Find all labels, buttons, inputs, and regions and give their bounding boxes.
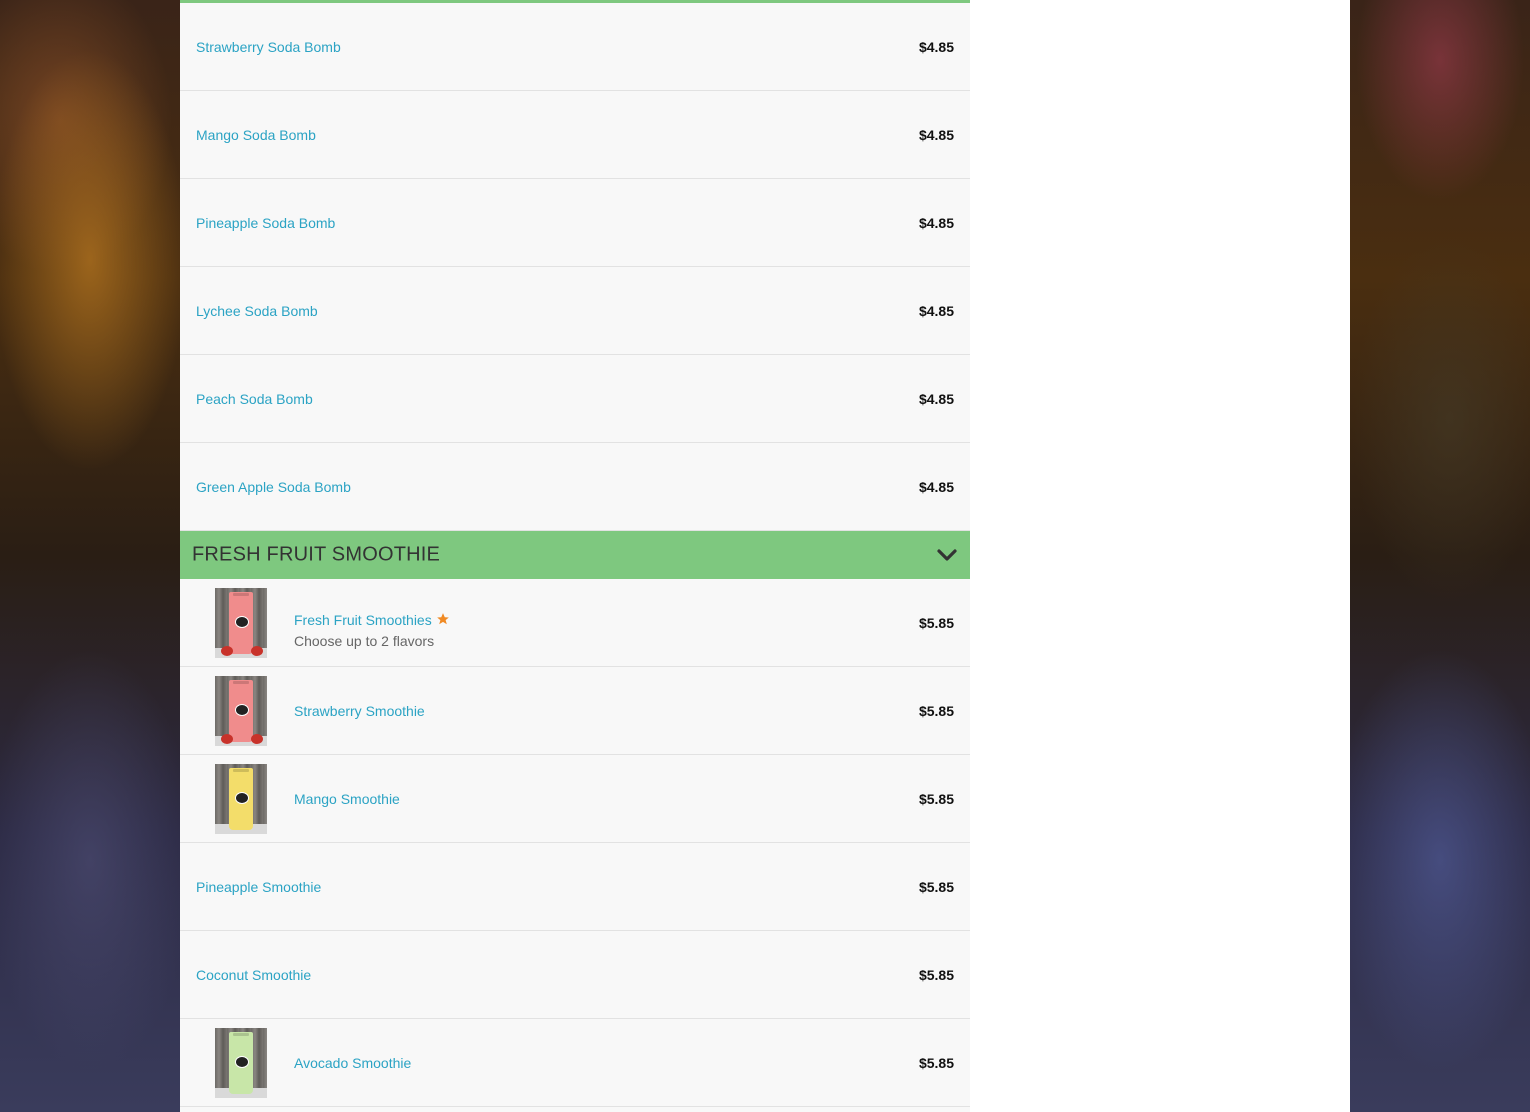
chevron-down-icon[interactable] xyxy=(936,544,958,566)
item-name-link[interactable]: Fresh Fruit Smoothies xyxy=(294,612,450,628)
menu-item-row[interactable]: Mango Smoothie $5.85 xyxy=(180,755,970,843)
item-price: $4.85 xyxy=(918,302,954,319)
item-name-link[interactable]: Strawberry Smoothie xyxy=(294,703,425,719)
right-side-panel xyxy=(970,0,1350,1112)
menu-item-row[interactable]: Peach Soda Bomb $4.85 xyxy=(180,355,970,443)
item-price: $5.85 xyxy=(918,878,954,895)
item-price: $5.85 xyxy=(918,614,954,631)
item-name-link[interactable]: Pineapple Soda Bomb xyxy=(196,215,335,231)
menu-list: Strawberry Soda Bomb $4.85 Mango Soda Bo… xyxy=(180,0,970,1112)
item-name-link[interactable]: Green Apple Soda Bomb xyxy=(196,479,351,495)
item-price: $5.85 xyxy=(918,1054,954,1071)
menu-item-row[interactable]: Lychee Soda Bomb $4.85 xyxy=(180,267,970,355)
item-name-link[interactable]: Mango Smoothie xyxy=(294,791,400,807)
item-price: $4.85 xyxy=(918,126,954,143)
item-price: $5.85 xyxy=(918,790,954,807)
item-name-link[interactable]: Lychee Soda Bomb xyxy=(196,303,318,319)
menu-item-row[interactable]: Fresh Fruit Smoothies $5.85 xyxy=(180,579,970,667)
item-name-text[interactable]: Fresh Fruit Smoothies xyxy=(294,612,432,628)
menu-item-row[interactable]: Pineapple Smoothie $5.85 xyxy=(180,843,970,931)
menu-item-row[interactable]: Mango Soda Bomb $4.85 xyxy=(180,91,970,179)
smoothie-thumbnail[interactable] xyxy=(215,676,267,746)
item-price: $4.85 xyxy=(918,38,954,55)
menu-item-row[interactable]: Pineapple Soda Bomb $4.85 xyxy=(180,179,970,267)
menu-item-row[interactable]: Green Apple Soda Bomb $4.85 xyxy=(180,443,970,531)
item-price: $4.85 xyxy=(918,214,954,231)
section-header-fresh-fruit-smoothie[interactable]: FRESH FRUIT SMOOTHIE xyxy=(180,531,970,579)
item-name-link[interactable]: Peach Soda Bomb xyxy=(196,391,313,407)
smoothie-thumbnail[interactable] xyxy=(215,588,267,658)
item-price: $5.85 xyxy=(918,702,954,719)
item-price: $4.85 xyxy=(918,390,954,407)
item-price: $4.85 xyxy=(918,478,954,495)
item-description: Choose up to 2 flavors xyxy=(294,633,435,649)
menu-item-row[interactable]: Strawberry Soda Bomb $4.85 xyxy=(180,3,970,91)
item-name-link[interactable]: Pineapple Smoothie xyxy=(196,879,321,895)
menu-item-row[interactable]: Coconut Smoothie $5.85 xyxy=(180,931,970,1019)
star-icon xyxy=(436,613,449,625)
item-name-link[interactable]: Strawberry Soda Bomb xyxy=(196,39,341,55)
item-name-link[interactable]: Mango Soda Bomb xyxy=(196,127,316,143)
item-name-link[interactable]: Avocado Smoothie xyxy=(294,1055,411,1071)
smoothie-thumbnail[interactable] xyxy=(215,764,267,834)
menu-item-row[interactable]: Avocado Smoothie $5.85 xyxy=(180,1019,970,1107)
section-title: FRESH FRUIT SMOOTHIE xyxy=(192,543,441,566)
item-price: $5.85 xyxy=(918,966,954,983)
smoothie-thumbnail[interactable] xyxy=(215,1028,267,1098)
item-name-link[interactable]: Coconut Smoothie xyxy=(196,967,311,983)
menu-item-row[interactable]: Strawberry Smoothie $5.85 xyxy=(180,667,970,755)
